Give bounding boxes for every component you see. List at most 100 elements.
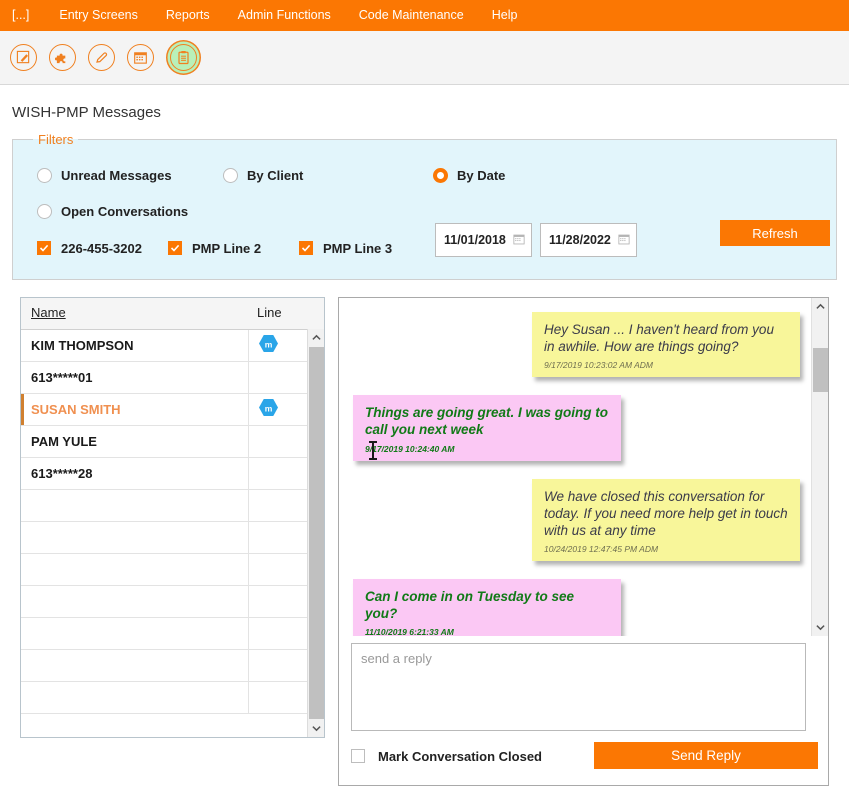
conversation-list-table: Name Line KIM THOMPSON m 613*****01 SUSAN S… bbox=[21, 298, 324, 714]
edit-note-icon[interactable] bbox=[10, 44, 37, 71]
message-timestamp: 11/10/2019 6:21:33 AM bbox=[365, 627, 454, 636]
table-row[interactable]: KIM THOMPSON m bbox=[21, 329, 324, 362]
table-row[interactable]: PAM YULE bbox=[21, 425, 324, 458]
row-name-cell bbox=[21, 489, 248, 522]
radio-unread-messages[interactable] bbox=[37, 167, 52, 183]
conversation-list-body: KIM THOMPSON m 613*****01 SUSAN SMITH m PAM Y… bbox=[21, 329, 324, 714]
message-text: Things are going great. I was going to c… bbox=[365, 405, 609, 438]
calendar-icon[interactable] bbox=[127, 44, 154, 71]
checkbox-pmp-line-3[interactable]: PMP Line 3 bbox=[299, 241, 392, 256]
column-header-name-label: Name bbox=[31, 305, 66, 321]
clipboard-icon[interactable] bbox=[170, 44, 197, 71]
message-timestamp: 9/17/2019 10:23:02 AM ADM bbox=[544, 360, 653, 371]
table-header-row: Name Line bbox=[21, 298, 324, 330]
puzzle-piece-icon[interactable] bbox=[49, 44, 76, 71]
table-row[interactable] bbox=[21, 489, 324, 522]
nav-code-maintenance[interactable]: Code Maintenance bbox=[345, 0, 478, 31]
checkbox-mark-conversation-closed[interactable] bbox=[351, 749, 365, 763]
nav-help[interactable]: Help bbox=[478, 0, 532, 31]
message-thread: Hey Susan ... I haven't heard from you i… bbox=[339, 298, 828, 636]
message-text: We have closed this conversation for tod… bbox=[544, 488, 788, 538]
radio-by-date-label: By Date bbox=[457, 167, 506, 183]
message-scroll-down-icon[interactable] bbox=[812, 619, 829, 636]
column-header-name[interactable]: Name bbox=[21, 298, 248, 330]
check-icon-3[interactable] bbox=[299, 241, 313, 255]
row-name-cell: KIM THOMPSON bbox=[21, 329, 248, 362]
row-name-cell bbox=[21, 649, 248, 682]
text-cursor bbox=[369, 441, 377, 460]
row-name-cell: SUSAN SMITH bbox=[21, 393, 248, 426]
message-bubble-incoming: Things are going great. I was going to c… bbox=[353, 395, 621, 461]
message-scrollbar[interactable] bbox=[811, 298, 828, 636]
nav-admin-functions[interactable]: Admin Functions bbox=[224, 0, 345, 31]
page-title: WISH-PMP Messages bbox=[12, 104, 161, 121]
filter-row-2: Open Conversations 11/01/2018 11/28/2022… bbox=[27, 193, 830, 257]
nav-entry-screens[interactable]: Entry Screens bbox=[45, 0, 152, 31]
table-row[interactable] bbox=[21, 585, 324, 618]
row-name-cell bbox=[21, 585, 248, 618]
message-badge-icon: m bbox=[258, 334, 279, 353]
table-row[interactable] bbox=[21, 553, 324, 586]
checkbox-line-2-label: PMP Line 2 bbox=[192, 240, 262, 256]
conversation-list-panel: Name Line KIM THOMPSON m 613*****01 SUSAN S… bbox=[20, 297, 325, 738]
checkbox-line-226-455-3202[interactable]: 226-455-3202 bbox=[37, 241, 142, 256]
checkbox-pmp-line-2[interactable]: PMP Line 2 bbox=[168, 241, 261, 256]
conversation-footer: Mark Conversation Closed Send Reply bbox=[351, 742, 818, 770]
filter-by-date[interactable]: By Date bbox=[433, 167, 506, 183]
message-text: Hey Susan ... I haven't heard from you i… bbox=[544, 322, 774, 355]
pencil-icon[interactable] bbox=[88, 44, 115, 71]
message-timestamp: 9/17/2019 10:24:40 AM bbox=[365, 443, 455, 454]
filters-panel: Filters Unread Messages By Client By Dat… bbox=[12, 132, 837, 280]
checkbox-line-1-label: 226-455-3202 bbox=[61, 240, 142, 256]
filter-row-1: Unread Messages By Client By Date bbox=[27, 157, 822, 193]
table-row[interactable] bbox=[21, 617, 324, 650]
message-badge-icon: m bbox=[258, 398, 279, 417]
row-name-cell: 613*****01 bbox=[21, 361, 248, 394]
table-row[interactable]: 613*****28 bbox=[21, 457, 324, 490]
message-bubble-outgoing: Hey Susan ... I haven't heard from you i… bbox=[532, 312, 800, 378]
svg-text:m: m bbox=[264, 339, 272, 349]
table-row[interactable] bbox=[21, 521, 324, 554]
table-row[interactable] bbox=[21, 649, 324, 682]
message-bubble-outgoing: We have closed this conversation for tod… bbox=[532, 478, 800, 561]
filter-by-client[interactable]: By Client bbox=[223, 167, 304, 183]
message-scrollbar-thumb[interactable] bbox=[813, 348, 828, 392]
svg-text:m: m bbox=[264, 403, 272, 413]
radio-unread-messages-label: Unread Messages bbox=[61, 167, 172, 183]
mark-conversation-closed-label: Mark Conversation Closed bbox=[378, 748, 542, 764]
table-row[interactable]: 613*****01 bbox=[21, 361, 324, 394]
radio-by-client[interactable] bbox=[223, 167, 238, 183]
row-name-cell bbox=[21, 681, 248, 714]
nav-home[interactable]: [...] bbox=[8, 0, 45, 31]
check-icon-1[interactable] bbox=[37, 241, 51, 255]
column-header-line-label: Line bbox=[257, 305, 282, 321]
table-row[interactable]: SUSAN SMITH m bbox=[21, 393, 324, 426]
radio-open-conversations-label: Open Conversations bbox=[61, 203, 189, 219]
list-scrollbar-thumb[interactable] bbox=[309, 347, 324, 719]
message-text: Can I come in on Tuesday to see you? bbox=[365, 588, 575, 622]
list-scrollbar[interactable] bbox=[307, 329, 324, 737]
check-icon-2[interactable] bbox=[168, 241, 182, 255]
filter-unread-messages[interactable]: Unread Messages bbox=[37, 167, 172, 183]
filter-line-checkboxes: 226-455-3202 PMP Line 2 PMP Line 3 bbox=[27, 233, 822, 263]
radio-by-date[interactable] bbox=[433, 167, 448, 183]
row-name-cell bbox=[21, 553, 248, 586]
message-scroll-up-icon[interactable] bbox=[812, 298, 829, 315]
nav-reports[interactable]: Reports bbox=[152, 0, 224, 31]
scroll-up-icon[interactable] bbox=[308, 329, 324, 346]
reply-input[interactable] bbox=[351, 643, 806, 731]
table-row[interactable] bbox=[21, 681, 324, 714]
row-name-cell bbox=[21, 617, 248, 650]
filter-open-conversations[interactable]: Open Conversations bbox=[37, 203, 189, 219]
icon-toolbar bbox=[0, 31, 849, 85]
column-header-line[interactable]: Line bbox=[248, 298, 324, 330]
radio-by-client-label: By Client bbox=[247, 167, 304, 183]
top-navigation-bar: [...] Entry Screens Reports Admin Functi… bbox=[0, 0, 849, 31]
row-name-cell: 613*****28 bbox=[21, 457, 248, 490]
conversation-panel: Hey Susan ... I haven't heard from you i… bbox=[338, 297, 829, 786]
radio-open-conversations[interactable] bbox=[37, 203, 52, 219]
send-reply-button[interactable]: Send Reply bbox=[594, 742, 818, 769]
scroll-down-icon[interactable] bbox=[308, 720, 324, 737]
row-name-cell bbox=[21, 521, 248, 554]
checkbox-line-3-label: PMP Line 3 bbox=[323, 240, 393, 256]
